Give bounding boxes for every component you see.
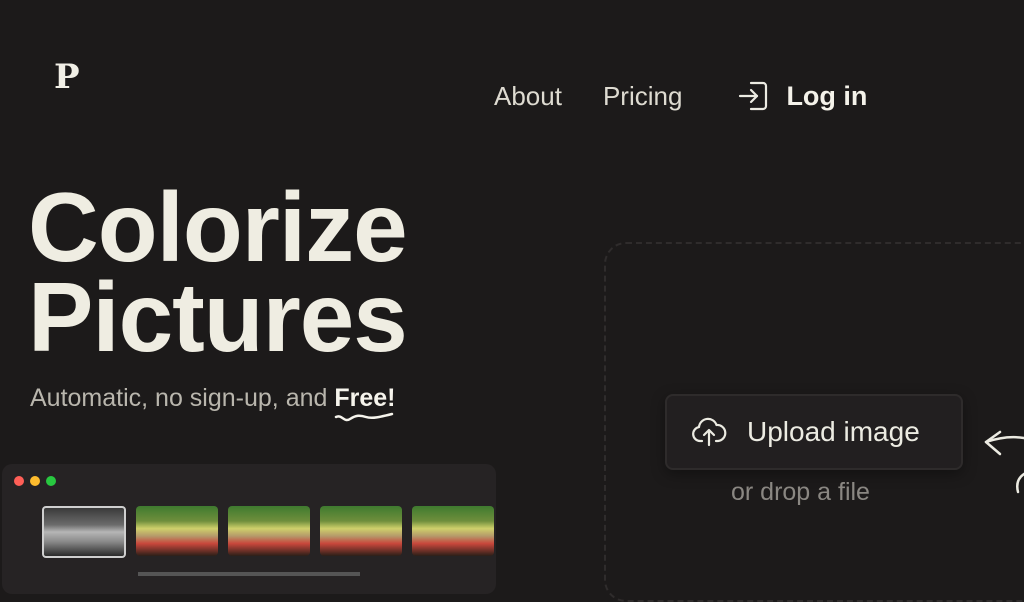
nav-about-link[interactable]: About bbox=[494, 78, 562, 114]
thumbnail-colorized[interactable] bbox=[228, 506, 310, 556]
hand-drawn-arrow-icon bbox=[984, 430, 1024, 494]
window-controls bbox=[14, 476, 56, 486]
upload-button-label: Upload image bbox=[747, 416, 920, 447]
preview-window bbox=[2, 464, 496, 594]
login-label: Log in bbox=[786, 81, 868, 111]
free-highlight: Free! bbox=[334, 384, 396, 422]
drop-hint: or drop a file bbox=[731, 478, 870, 506]
window-close-dot bbox=[14, 476, 24, 486]
cloud-upload-icon bbox=[692, 417, 727, 447]
hero-subtitle-text: Automatic, no sign-up, and bbox=[30, 384, 335, 412]
top-nav: About Pricing Log in bbox=[494, 78, 867, 114]
preview-image-edge bbox=[138, 572, 360, 576]
hero-subtitle: Automatic, no sign-up, and Free! bbox=[30, 384, 396, 422]
upload-image-button[interactable]: Upload image bbox=[665, 394, 963, 470]
logo[interactable]: P bbox=[54, 60, 80, 94]
window-minimize-dot bbox=[30, 476, 40, 486]
squiggle-underline-icon bbox=[335, 412, 394, 422]
thumbnail-colorized[interactable] bbox=[412, 506, 494, 556]
thumbnail-colorized[interactable] bbox=[320, 506, 402, 556]
free-text: Free! bbox=[334, 384, 396, 412]
thumbnail-strip bbox=[42, 506, 494, 558]
thumbnail-original[interactable] bbox=[42, 506, 126, 558]
hero-title-line2: Pictures bbox=[28, 262, 408, 372]
thumbnail-colorized[interactable] bbox=[136, 506, 218, 556]
window-maximize-dot bbox=[46, 476, 56, 486]
hero-title: Colorize Pictures bbox=[28, 178, 408, 366]
nav-pricing-link[interactable]: Pricing bbox=[603, 78, 682, 114]
login-button[interactable]: Log in bbox=[736, 78, 867, 114]
login-icon bbox=[739, 81, 768, 111]
